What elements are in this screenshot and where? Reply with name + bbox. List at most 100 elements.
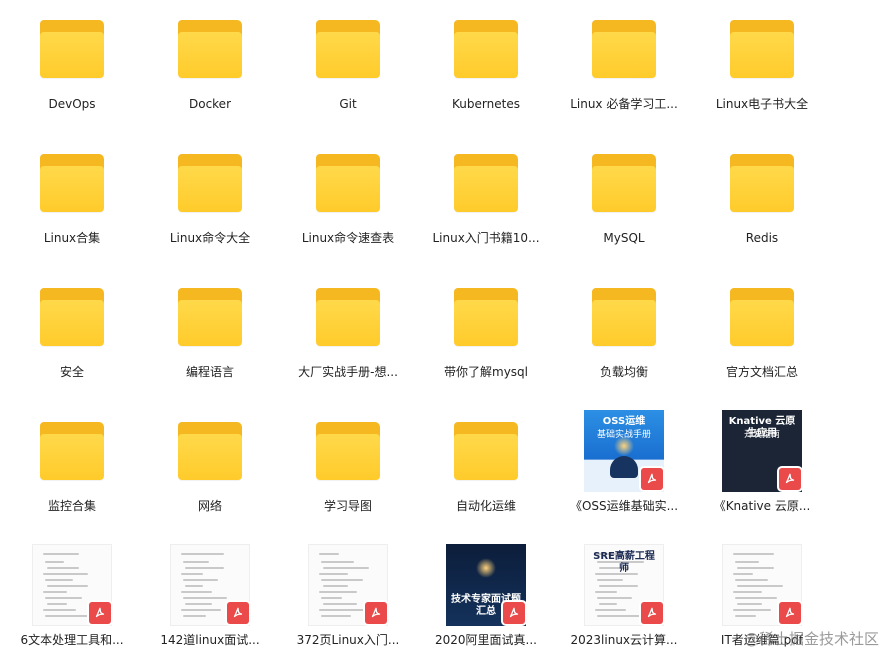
folder-item[interactable]: 自动化运维 (417, 402, 555, 536)
document-title: OSS运维 (602, 416, 646, 427)
folder-icon (721, 276, 803, 358)
folder-icon (583, 276, 665, 358)
folder-icon (445, 142, 527, 224)
item-label: 6文本处理工具和... (20, 633, 124, 647)
watermark: @稀土掘金技术社区 (743, 630, 879, 648)
folder-item[interactable]: Linux合集 (3, 134, 141, 268)
folder-item[interactable]: Docker (141, 0, 279, 134)
folder-item[interactable]: 网络 (141, 402, 279, 536)
item-label: Git (339, 97, 357, 111)
folder-icon (583, 142, 665, 224)
item-label: Linux入门书籍10... (432, 231, 540, 245)
file-grid: DevOps Docker Git Kubernetes Linux 必备学习工... L… (0, 0, 885, 655)
item-label: Linux合集 (43, 231, 101, 245)
folder-icon (31, 276, 113, 358)
pdf-thumbnail (31, 544, 113, 626)
item-label: 《Knative 云原... (713, 499, 811, 513)
folder-item[interactable]: Linux 必备学习工... (555, 0, 693, 134)
pdf-icon (365, 602, 387, 624)
document-title: SRE高薪工程师 (593, 551, 655, 574)
folder-item[interactable]: Kubernetes (417, 0, 555, 134)
pdf-thumbnail: SRE高薪工程师 (583, 544, 665, 626)
folder-icon (445, 410, 527, 492)
item-label: 官方文档汇总 (725, 365, 798, 379)
item-label: 2020阿里面试真... (435, 633, 537, 647)
pdf-thumbnail (721, 544, 803, 626)
folder-icon (31, 410, 113, 492)
folder-item[interactable]: 大厂实战手册-想... (279, 268, 417, 402)
folder-icon (31, 8, 113, 90)
pdf-file-item[interactable]: 142道linux面试... (141, 536, 279, 655)
pdf-thumbnail (307, 544, 389, 626)
folder-item[interactable]: Linux电子书大全 (693, 0, 831, 134)
folder-item[interactable]: Git (279, 0, 417, 134)
pdf-icon (779, 602, 801, 624)
folder-item[interactable]: Linux命令速查表 (279, 134, 417, 268)
pdf-thumbnail: OSS运维基础实战手册 (583, 410, 665, 492)
pdf-icon (227, 602, 249, 624)
folder-item[interactable]: Linux命令大全 (141, 134, 279, 268)
folder-icon (445, 8, 527, 90)
pdf-icon (641, 468, 663, 490)
item-label: 学习导图 (323, 499, 372, 513)
item-label: Redis (745, 231, 779, 245)
item-label: Linux命令速查表 (301, 231, 395, 245)
folder-item[interactable]: 带你了解mysql (417, 268, 555, 402)
item-label: Docker (188, 97, 232, 111)
item-label: MySQL (603, 231, 645, 245)
pdf-file-item[interactable]: 372页Linux入门... (279, 536, 417, 655)
folder-icon (307, 276, 389, 358)
folder-icon (721, 8, 803, 90)
pdf-icon (779, 468, 801, 490)
item-label: 网络 (197, 499, 222, 513)
item-label: 编程语言 (185, 365, 234, 379)
pdf-file-item[interactable]: 6文本处理工具和... (3, 536, 141, 655)
pdf-icon (89, 602, 111, 624)
item-label: 自动化运维 (455, 499, 516, 513)
item-label: DevOps (48, 97, 96, 111)
item-label: 安全 (59, 365, 84, 379)
folder-item[interactable]: Redis (693, 134, 831, 268)
pdf-file-item[interactable]: SRE高薪工程师 2023linux云计算... (555, 536, 693, 655)
pdf-file-item[interactable]: 技术专家面试题汇总 2020阿里面试真... (417, 536, 555, 655)
pdf-icon (641, 602, 663, 624)
folder-icon (445, 276, 527, 358)
pdf-file-item[interactable]: Knative 云原生应用 开发指南《Knative 云原... (693, 402, 831, 536)
item-label: 2023linux云计算... (570, 633, 678, 647)
folder-item[interactable]: DevOps (3, 0, 141, 134)
folder-icon (583, 8, 665, 90)
folder-item[interactable]: 监控合集 (3, 402, 141, 536)
item-label: 大厂实战手册-想... (298, 365, 398, 379)
document-subtitle: 基础实战手册 (596, 430, 651, 440)
folder-icon (307, 8, 389, 90)
item-label: 142道linux面试... (160, 633, 260, 647)
pdf-icon (503, 602, 525, 624)
folder-icon (169, 410, 251, 492)
item-label: 372页Linux入门... (296, 633, 400, 647)
pdf-thumbnail (169, 544, 251, 626)
folder-icon (307, 142, 389, 224)
item-label: 负载均衡 (599, 365, 648, 379)
folder-item[interactable]: 编程语言 (141, 268, 279, 402)
item-label: Kubernetes (452, 97, 520, 111)
folder-icon (721, 142, 803, 224)
folder-item[interactable]: 安全 (3, 268, 141, 402)
pdf-thumbnail: Knative 云原生应用 开发指南 (721, 410, 803, 492)
folder-item[interactable]: 学习导图 (279, 402, 417, 536)
folder-icon (169, 142, 251, 224)
folder-item[interactable]: MySQL (555, 134, 693, 268)
folder-item[interactable]: 官方文档汇总 (693, 268, 831, 402)
item-label: Linux 必备学习工... (570, 97, 678, 111)
folder-item[interactable]: 负载均衡 (555, 268, 693, 402)
pdf-file-item[interactable]: OSS运维基础实战手册《OSS运维基础实... (555, 402, 693, 536)
document-subtitle: 开发指南 (743, 430, 780, 440)
item-label: 《OSS运维基础实... (569, 499, 679, 513)
item-label: 监控合集 (47, 499, 96, 513)
item-label: Linux命令大全 (169, 231, 251, 245)
folder-icon (169, 8, 251, 90)
folder-icon (169, 276, 251, 358)
folder-item[interactable]: Linux入门书籍10... (417, 134, 555, 268)
folder-icon (31, 142, 113, 224)
folder-icon (307, 410, 389, 492)
item-label: 带你了解mysql (444, 365, 528, 379)
